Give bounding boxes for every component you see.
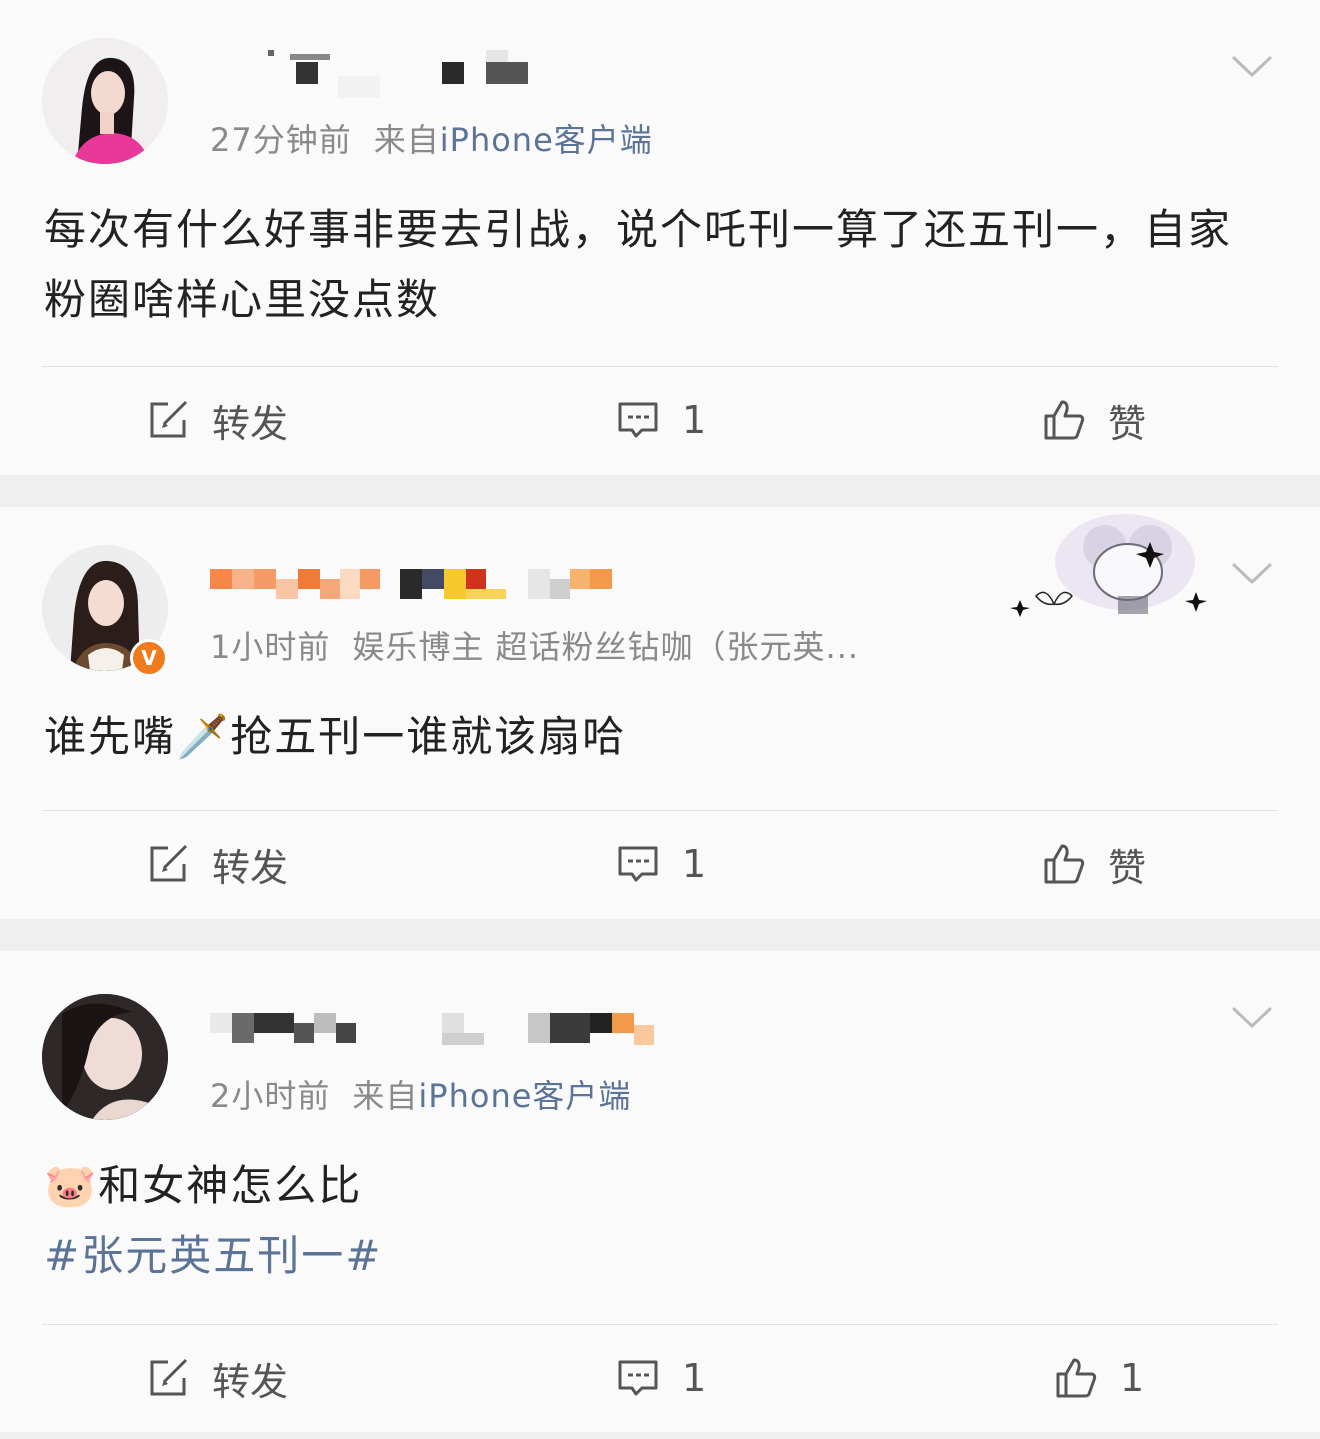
profile-decoration: [1010, 514, 1207, 617]
comment-count: 1: [682, 398, 707, 442]
source-link[interactable]: iPhone客户端: [418, 1077, 631, 1115]
divider: [42, 1324, 1278, 1325]
repost-label: 转发: [212, 1359, 289, 1404]
like-icon: [1044, 844, 1085, 884]
chevron-down-icon[interactable]: [1232, 562, 1272, 586]
username-redacted[interactable]: [210, 50, 670, 98]
post-content: 🐷和女神怎么比 #张元英五刊一#: [44, 1151, 1260, 1291]
action-bar: 转发 1 赞: [0, 370, 1320, 470]
comment-button[interactable]: 1: [616, 370, 706, 470]
repost-icon: [150, 1358, 188, 1396]
action-bar: 转发 1 1: [0, 1328, 1320, 1428]
source-link[interactable]: iPhone客户端: [440, 121, 653, 159]
divider: [42, 366, 1278, 367]
chevron-down-icon[interactable]: [1232, 1006, 1272, 1030]
avatar[interactable]: [42, 38, 168, 164]
post-content: 谁先嘴🗡️抢五刊一谁就该扇哈: [44, 712, 627, 761]
source-prefix: 来自: [373, 121, 440, 159]
repost-label: 转发: [212, 845, 289, 890]
post-meta: 2小时前 来自iPhone客户端: [210, 1071, 631, 1117]
chevron-down-icon[interactable]: [1232, 55, 1272, 79]
like-label: 赞: [1108, 845, 1147, 890]
repost-icon: [150, 400, 188, 438]
comment-count: 1: [682, 1356, 707, 1400]
verified-badge: V: [130, 639, 168, 677]
divider: [42, 810, 1278, 811]
avatar[interactable]: [42, 994, 168, 1120]
repost-icon: [150, 844, 188, 882]
comment-count: 1: [682, 842, 707, 886]
post-card[interactable]: 2小时前 来自iPhone客户端 🐷和女神怎么比 #张元英五刊一# 转发 1 1: [0, 951, 1320, 1432]
source-prefix: 来自: [352, 1077, 419, 1115]
post-card[interactable]: V 1小时前 娱乐博主 超话粉丝钻咖（张元英... 谁先嘴🗡️抢五刊一谁就该扇哈…: [0, 507, 1320, 919]
username-redacted[interactable]: [210, 1001, 670, 1046]
comment-button[interactable]: 1: [616, 1328, 706, 1428]
comment-icon: [618, 402, 658, 438]
repost-button[interactable]: 转发: [146, 1328, 288, 1428]
like-count: 1: [1120, 1356, 1145, 1400]
like-icon: [1056, 1358, 1097, 1398]
user-description: 娱乐博主 超话粉丝钻咖（张元英...: [352, 628, 860, 666]
comment-button[interactable]: 1: [616, 814, 706, 914]
username-redacted[interactable]: [210, 557, 670, 602]
like-button[interactable]: 赞: [1042, 370, 1146, 470]
post-time: 27分钟前: [210, 121, 352, 159]
post-card[interactable]: 27分钟前 来自iPhone客户端 每次有什么好事非要去引战，说个吒刊一算了还五刊…: [0, 0, 1320, 475]
action-bar: 转发 1 赞: [0, 814, 1320, 914]
post-time: 1小时前: [210, 628, 331, 666]
post-meta: 27分钟前 来自iPhone客户端: [210, 115, 653, 161]
repost-button[interactable]: 转发: [146, 370, 288, 470]
repost-label: 转发: [212, 401, 289, 446]
comment-icon: [618, 1360, 658, 1396]
post-content: 每次有什么好事非要去引战，说个吒刊一算了还五刊一，自家粉圈啥样心里没点数: [44, 205, 1233, 324]
like-label: 赞: [1108, 401, 1147, 446]
post-time: 2小时前: [210, 1077, 331, 1115]
comment-icon: [618, 846, 658, 882]
repost-button[interactable]: 转发: [146, 814, 288, 914]
post-meta: 1小时前 娱乐博主 超话粉丝钻咖（张元英...: [210, 622, 859, 668]
like-button[interactable]: 1: [1054, 1328, 1144, 1428]
topic-hashtag[interactable]: #张元英五刊一#: [44, 1221, 1260, 1291]
post-text: 🐷和女神怎么比: [44, 1161, 363, 1210]
like-icon: [1044, 400, 1085, 440]
like-button[interactable]: 赞: [1042, 814, 1146, 914]
